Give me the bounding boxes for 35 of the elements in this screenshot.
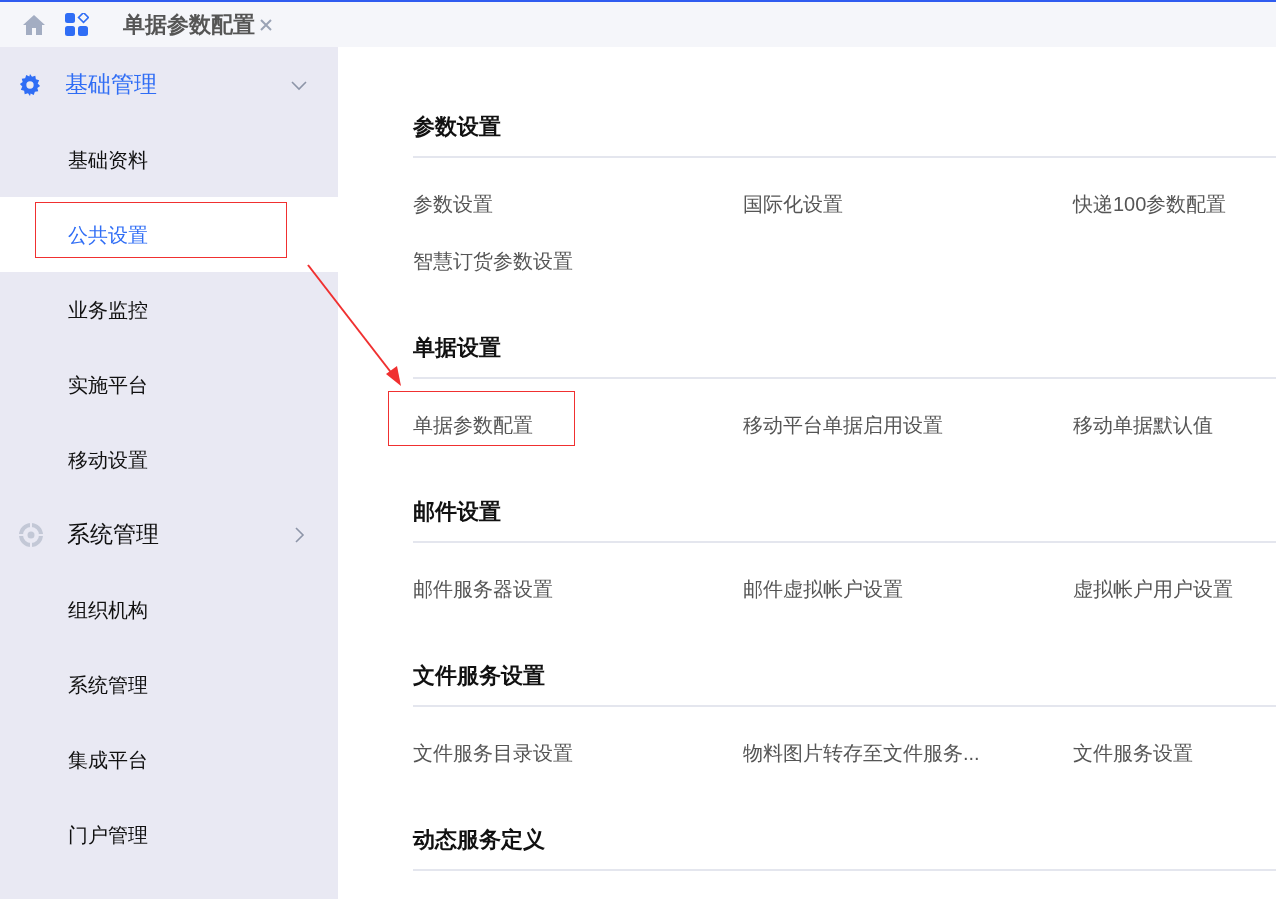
menu-item[interactable]: 实施平台 [0,347,338,422]
settings-link[interactable]: 虚拟帐户用户设置 [1073,573,1233,604]
menu-item[interactable]: 公共设置 [0,197,338,272]
settings-link[interactable]: 单据参数配置 [413,409,533,440]
menu-item[interactable]: 基础资料 [0,122,338,197]
home-icon[interactable] [22,13,46,36]
section-heading: 参数设置 [413,112,501,141]
settings-link[interactable]: 参数设置 [413,188,493,219]
settings-link[interactable]: 移动单据默认值 [1073,409,1213,440]
settings-link[interactable]: 移动平台单据启用设置 [743,409,943,440]
apps-icon[interactable] [65,12,89,37]
section-heading: 动态服务定义 [413,825,545,854]
settings-link[interactable]: 物料图片转存至文件服务... [743,737,980,768]
menu-item[interactable]: 移动设置 [0,422,338,497]
settings-link[interactable]: 智慧订货参数设置 [413,245,573,276]
settings-link[interactable]: 文件服务目录设置 [413,737,573,768]
settings-link[interactable]: 文件服务设置 [1073,737,1193,768]
menu-item[interactable]: 门户管理 [0,797,338,872]
settings-link[interactable]: 邮件服务器设置 [413,573,553,604]
menu-item[interactable]: 业务监控 [0,272,338,347]
close-icon[interactable] [259,17,273,32]
section-heading: 单据设置 [413,333,501,362]
section-heading: 文件服务设置 [413,661,545,690]
section-heading: 邮件设置 [413,497,501,526]
menu-group[interactable]: 基础管理 [0,47,338,122]
menu-group[interactable]: 系统管理 [0,497,338,572]
settings-link[interactable]: 邮件虚拟帐户设置 [743,573,903,604]
menu-item[interactable]: 系统管理 [0,647,338,722]
settings-link[interactable]: 国际化设置 [743,188,843,219]
settings-link[interactable]: 快递100参数配置 [1073,188,1227,219]
tab[interactable]: 单据参数配置 [123,8,255,41]
menu-item[interactable]: 组织机构 [0,572,338,647]
target-icon [19,522,43,547]
menu-item[interactable]: 集成平台 [0,722,338,797]
settings-icon [19,73,41,96]
